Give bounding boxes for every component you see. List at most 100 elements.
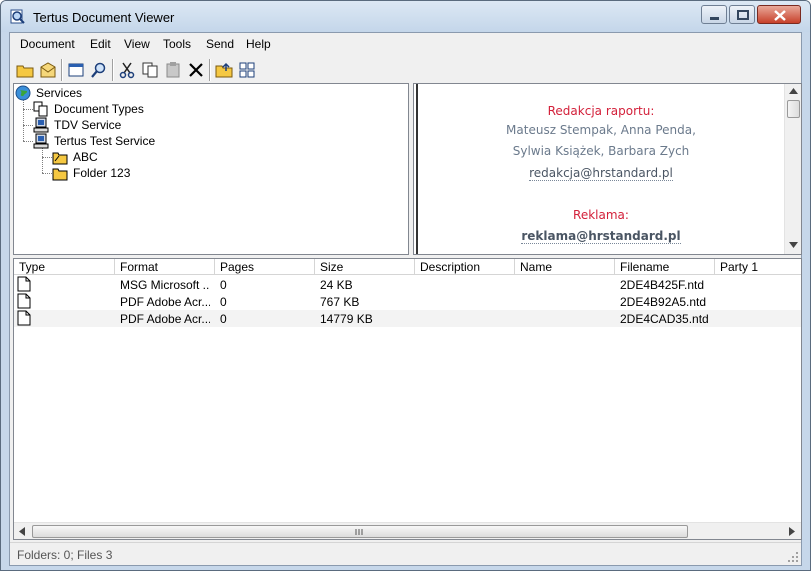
tree-line <box>42 157 52 158</box>
preview-text: Mateusz Stempak, Anna Penda, <box>506 123 696 137</box>
delete-button[interactable] <box>185 59 207 81</box>
email-text: reklama@hrstandard.pl <box>521 229 681 244</box>
column-type[interactable]: Type <box>14 259 115 275</box>
table-row[interactable]: PDF Adobe Acr... 0 767 KB 2DE4B92A5.ntd <box>14 293 801 310</box>
tree-label: Folder 123 <box>73 166 131 180</box>
cell-format: PDF Adobe Acr... <box>120 295 210 309</box>
menu-help[interactable]: Help <box>246 37 271 51</box>
cell-format: MSG Microsoft ... <box>120 278 210 292</box>
window-button[interactable] <box>65 59 87 81</box>
menu-tools[interactable]: Tools <box>163 37 191 51</box>
file-list[interactable]: Type Format Pages Size Description Name … <box>13 258 802 540</box>
close-icon <box>774 10 786 21</box>
status-text: Folders: 0; Files 3 <box>17 548 113 562</box>
tree-label: TDV Service <box>54 118 122 132</box>
menu-send[interactable]: Send <box>206 37 234 51</box>
column-name[interactable]: Name <box>515 259 615 275</box>
document-icon <box>17 293 31 309</box>
cell-filename: 2DE4CAD35.ntd <box>620 312 709 326</box>
column-size[interactable]: Size <box>315 259 415 275</box>
column-description[interactable]: Description <box>415 259 515 275</box>
toolbar <box>14 57 276 82</box>
scroll-thumb[interactable] <box>32 525 688 538</box>
tree-node-document-types[interactable]: Document Types <box>33 101 193 117</box>
folder-up-icon <box>215 62 233 78</box>
globe-icon <box>15 85 31 101</box>
document-icon <box>17 310 31 326</box>
tree-label: Document Types <box>54 102 144 116</box>
tree-line <box>23 100 24 141</box>
search-button[interactable] <box>88 59 110 81</box>
preview-email-link[interactable]: reklama@hrstandard.pl <box>418 229 784 244</box>
toolbar-separator <box>61 59 63 81</box>
folder-up-button[interactable] <box>213 59 235 81</box>
scroll-left-icon[interactable] <box>19 527 25 536</box>
menu-edit[interactable]: Edit <box>90 37 111 51</box>
computer-icon <box>33 133 49 149</box>
tree-label: Tertus Test Service <box>54 134 156 148</box>
close-button[interactable] <box>757 5 801 24</box>
toolbar-separator <box>209 59 211 81</box>
copy-icon <box>142 62 158 78</box>
tree-line <box>42 148 43 173</box>
cell-size: 24 KB <box>320 278 353 292</box>
column-filename[interactable]: Filename <box>615 259 715 275</box>
tree-node-services[interactable]: Services <box>15 85 135 101</box>
paste-button[interactable] <box>162 59 184 81</box>
tree-node-tertus-test-service[interactable]: Tertus Test Service <box>33 133 213 149</box>
preview-heading: Redakcja raportu: <box>547 104 655 118</box>
folder-icon <box>52 168 68 181</box>
title-bar[interactable]: Tertus Document Viewer <box>1 1 810 32</box>
cut-icon <box>119 62 135 79</box>
computer-icon <box>33 117 49 133</box>
preview-email-link[interactable]: redakcja@hrstandard.pl <box>418 166 784 181</box>
tree-node-folder-123[interactable]: Folder 123 <box>52 165 172 181</box>
open-folder-button[interactable] <box>14 59 36 81</box>
column-format[interactable]: Format <box>115 259 215 275</box>
minimize-icon <box>710 17 719 20</box>
envelope-icon <box>40 62 56 78</box>
cut-button[interactable] <box>116 59 138 81</box>
table-row[interactable]: MSG Microsoft ... 0 24 KB 2DE4B425F.ntd <box>14 276 801 293</box>
menu-view[interactable]: View <box>124 37 150 51</box>
horizontal-scrollbar[interactable] <box>14 522 801 539</box>
list-header: Type Format Pages Size Description Name … <box>14 259 801 275</box>
cell-pages: 0 <box>220 295 227 309</box>
grid-button[interactable] <box>236 59 258 81</box>
folder-tree[interactable]: Services Document Types TDV Service Tert… <box>13 83 409 255</box>
app-window: Tertus Document Viewer Document Edit Vie… <box>0 0 811 571</box>
search-icon <box>91 62 106 78</box>
document-preview[interactable]: Redakcja raportu: Mateusz Stempak, Anna … <box>413 83 802 255</box>
toolbar-separator <box>112 59 114 81</box>
scroll-thumb[interactable] <box>787 100 800 118</box>
scroll-right-icon[interactable] <box>789 527 795 536</box>
column-party1[interactable]: Party 1 <box>715 259 801 275</box>
cell-filename: 2DE4B92A5.ntd <box>620 295 707 309</box>
resize-grip-icon[interactable] <box>787 551 799 563</box>
preview-page: Redakcja raportu: Mateusz Stempak, Anna … <box>416 84 784 254</box>
tree-node-tdv-service[interactable]: TDV Service <box>33 117 193 133</box>
menu-document[interactable]: Document <box>20 37 75 51</box>
client-area: Document Edit View Tools Send Help Servi… <box>9 32 802 566</box>
minimize-button[interactable] <box>701 5 727 24</box>
table-row[interactable]: PDF Adobe Acr... 0 14779 KB 2DE4CAD35.nt… <box>14 310 801 327</box>
delete-icon <box>189 63 203 77</box>
copy-button[interactable] <box>139 59 161 81</box>
column-pages[interactable]: Pages <box>215 259 315 275</box>
scroll-down-icon[interactable] <box>789 242 798 248</box>
restore-icon <box>737 10 749 20</box>
window-icon <box>68 63 84 77</box>
preview-heading: Reklama: <box>573 208 629 222</box>
preview-scrollbar[interactable] <box>784 84 801 254</box>
scroll-up-icon[interactable] <box>789 88 798 94</box>
cell-filename: 2DE4B425F.ntd <box>620 278 705 292</box>
cell-format: PDF Adobe Acr... <box>120 312 210 326</box>
cell-pages: 0 <box>220 278 227 292</box>
tree-line <box>23 125 33 126</box>
tree-node-folder-abc[interactable]: ABC <box>52 149 172 165</box>
maximize-button[interactable] <box>729 5 755 24</box>
envelope-button[interactable] <box>37 59 59 81</box>
tree-label: ABC <box>73 150 98 164</box>
preview-text: Sylwia Książek, Barbara Zych <box>512 144 690 158</box>
cell-pages: 0 <box>220 312 227 326</box>
